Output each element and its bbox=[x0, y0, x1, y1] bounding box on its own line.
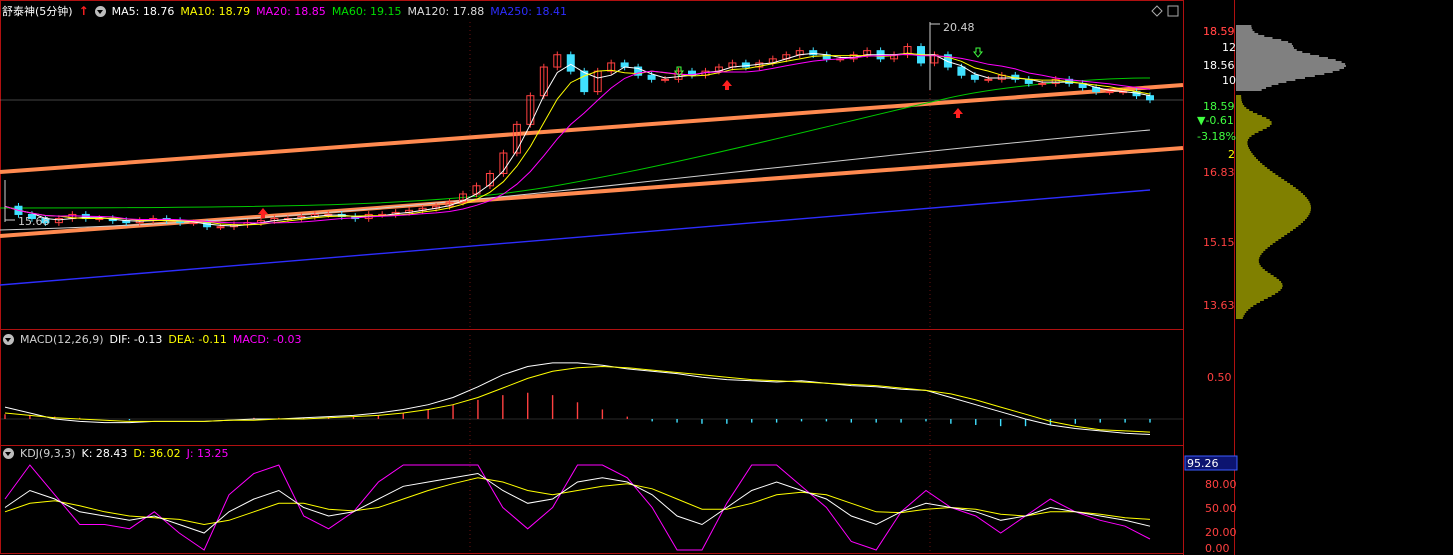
candle-body bbox=[957, 66, 966, 76]
ma120-line bbox=[0, 129, 1151, 231]
candle-body bbox=[216, 226, 225, 229]
macd-dif-line bbox=[4, 362, 1151, 435]
candle-body bbox=[647, 74, 656, 80]
kdj-tick: 50.00 bbox=[1205, 502, 1237, 515]
change-label: ▼-0.61 bbox=[1197, 114, 1234, 127]
dropdown-icon[interactable] bbox=[94, 5, 106, 17]
vp-label: 10 bbox=[1222, 74, 1236, 87]
macd-axis: 0.50 bbox=[1207, 371, 1232, 384]
volume-profile-upper bbox=[1236, 25, 1346, 91]
price-tick: 15.15 bbox=[1203, 236, 1235, 249]
kdj-j-line bbox=[4, 464, 1151, 551]
diamond-icon[interactable] bbox=[1151, 5, 1163, 17]
candlesticks[interactable] bbox=[14, 43, 1154, 231]
candle-body bbox=[1105, 91, 1114, 94]
kdj-d-label: D: 36.02 bbox=[133, 446, 181, 460]
dropdown-icon[interactable] bbox=[3, 447, 14, 459]
candle-body bbox=[1146, 95, 1154, 101]
ma5-label: MA5: 18.76 bbox=[111, 4, 175, 18]
vp-label: 18.56 bbox=[1203, 59, 1235, 72]
candle-body bbox=[580, 70, 589, 93]
macd-header: MACD(12,26,9) DIF: -0.13 DEA: -0.11 MACD… bbox=[0, 329, 307, 349]
kdj-header: KDJ(9,3,3) K: 28.43 D: 36.02 J: 13.25 bbox=[0, 443, 235, 463]
candle-body bbox=[970, 74, 979, 80]
current-price-label: 18.59 bbox=[1203, 100, 1235, 113]
macd-tick: 0.50 bbox=[1207, 371, 1232, 384]
trend-lines[interactable] bbox=[0, 83, 1184, 238]
ma250-line bbox=[0, 189, 1151, 286]
candle-body bbox=[984, 78, 993, 81]
macd-title[interactable]: MACD(12,26,9) bbox=[20, 333, 104, 346]
high-price-label: 20.48 bbox=[943, 21, 975, 34]
buy-arrow-icons bbox=[258, 80, 963, 218]
price-tick: 16.83 bbox=[1203, 166, 1235, 179]
window-icons[interactable] bbox=[1151, 5, 1179, 17]
candle-body bbox=[661, 78, 670, 81]
volume-profile-labels: 18.59 12 18.56 10 18.59 ▼-0.61 -3.18% 2 bbox=[1197, 25, 1236, 161]
kdj-tick: 20.00 bbox=[1205, 526, 1237, 539]
kdj-tick: 0.00 bbox=[1205, 542, 1230, 555]
ma250-label: MA250: 18.41 bbox=[490, 4, 567, 18]
kdj-axis: 95.26 80.00 50.00 20.00 0.00 bbox=[1184, 455, 1238, 555]
ma60-line bbox=[0, 77, 1151, 209]
vp-label: 12 bbox=[1222, 41, 1236, 54]
kdj-value: 95.26 bbox=[1187, 457, 1219, 470]
kdj-k-line bbox=[4, 472, 1151, 534]
vp-label: 18.59 bbox=[1203, 25, 1235, 38]
main-chart-header: 舒泰神(5分钟) ↑ MA5: 18.76 MA10: 18.79 MA20: … bbox=[0, 1, 573, 21]
macd-dif-label: DIF: -0.13 bbox=[109, 332, 163, 346]
macd-value-label: MACD: -0.03 bbox=[232, 332, 302, 346]
candle-body bbox=[1038, 82, 1047, 85]
grid bbox=[469, 22, 931, 553]
price-tick: 13.63 bbox=[1203, 299, 1235, 312]
macd-dea-label: DEA: -0.11 bbox=[168, 332, 227, 346]
volume-profile-lower bbox=[1236, 95, 1311, 319]
stock-chart[interactable]: 20.48 15.68 18.59 16.83 15.15 13.63 0.50… bbox=[0, 0, 1453, 555]
ma60-label: MA60: 19.15 bbox=[331, 4, 402, 18]
change-pct-label: -3.18% bbox=[1197, 130, 1236, 143]
vp-label: 2 bbox=[1228, 148, 1235, 161]
low-marker: 15.68 bbox=[4, 180, 50, 228]
kdj-tick: 80.00 bbox=[1205, 478, 1237, 491]
ma20-label: MA20: 18.85 bbox=[256, 4, 326, 18]
maximize-icon[interactable] bbox=[1167, 5, 1179, 17]
kdj-title[interactable]: KDJ(9,3,3) bbox=[20, 447, 76, 460]
ma120-label: MA120: 17.88 bbox=[407, 4, 485, 18]
macd-dea-line bbox=[4, 365, 1151, 433]
up-arrow-icon: ↑ bbox=[78, 4, 89, 18]
candle-body bbox=[620, 62, 629, 68]
kdj-k-label: K: 28.43 bbox=[81, 446, 128, 460]
low-price-label: 15.68 bbox=[18, 215, 50, 228]
kdj-j-label: J: 13.25 bbox=[186, 446, 229, 460]
dropdown-icon[interactable] bbox=[3, 333, 14, 345]
candle-body bbox=[566, 54, 575, 72]
ma10-label: MA10: 18.79 bbox=[180, 4, 251, 18]
stock-name[interactable]: 舒泰神(5分钟) bbox=[2, 3, 73, 19]
